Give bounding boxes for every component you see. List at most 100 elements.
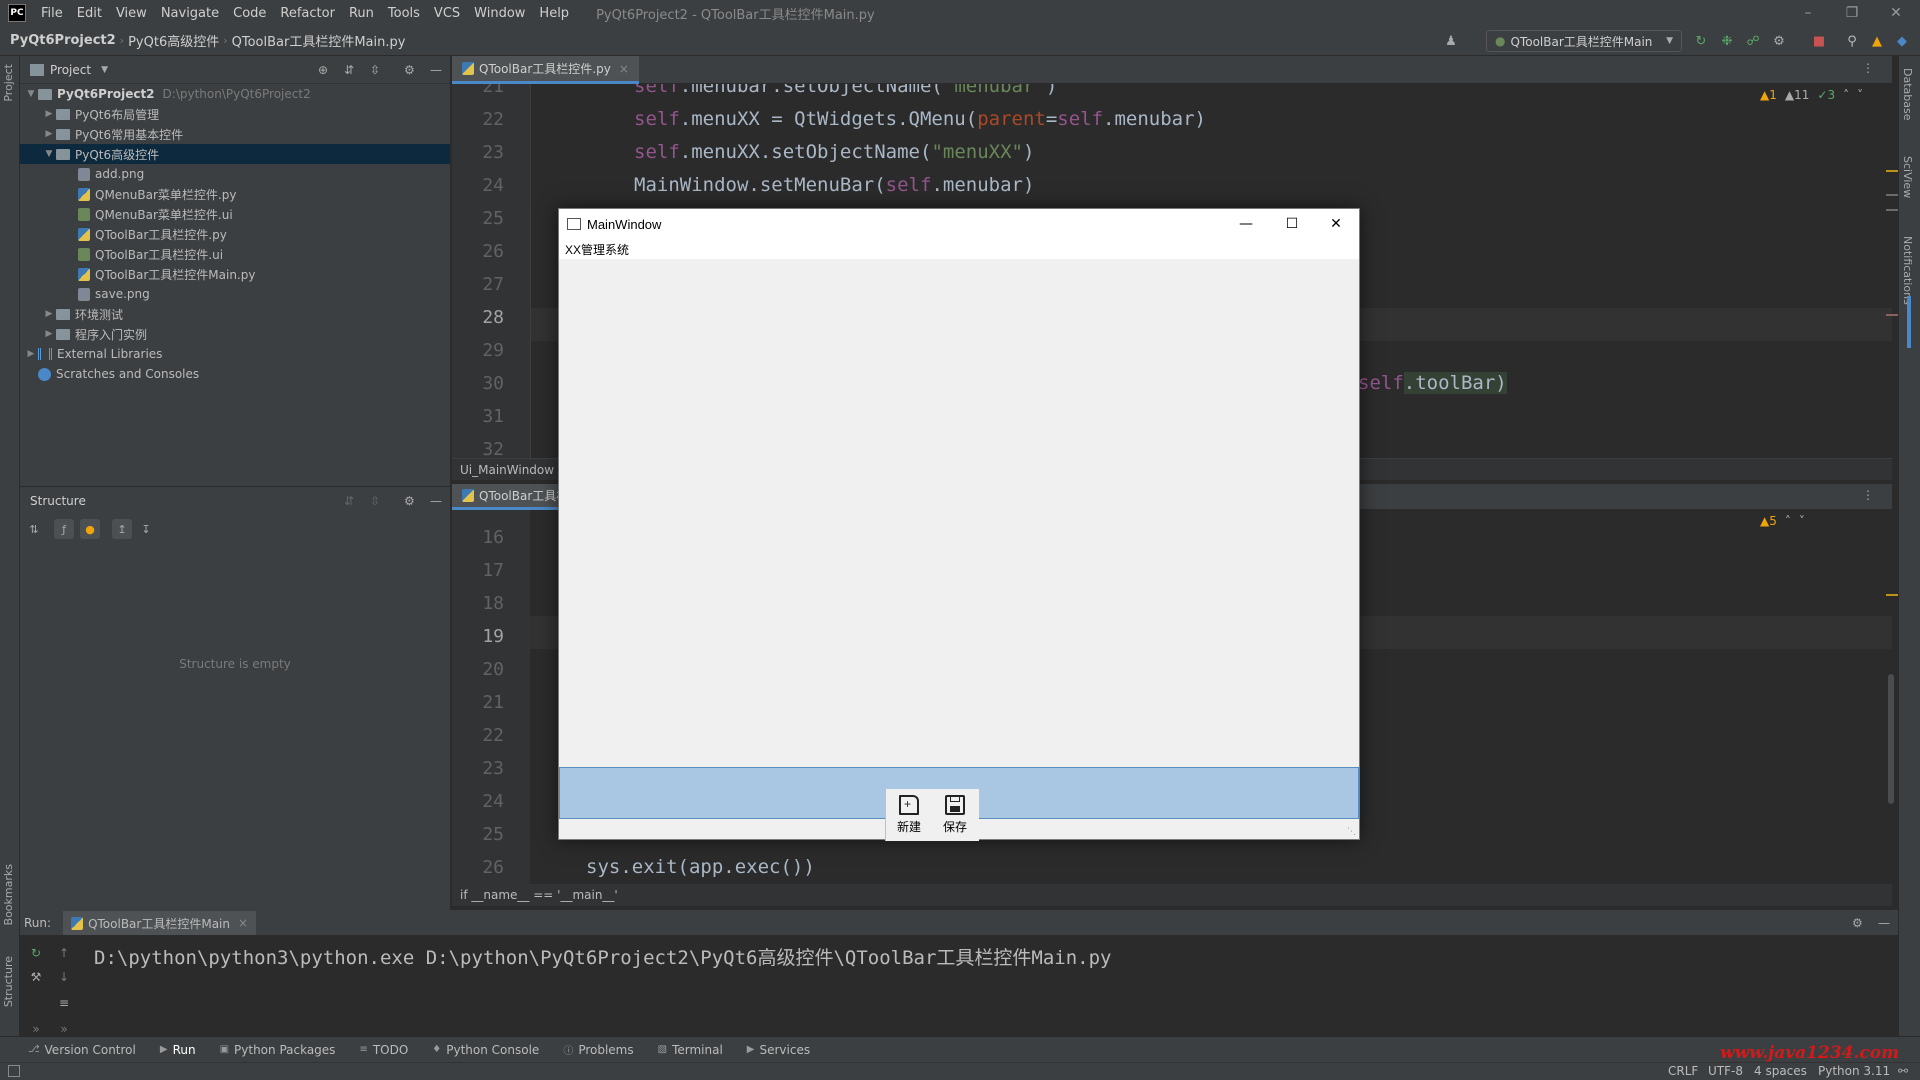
problems-tab[interactable]: ⓘ Problems bbox=[563, 1042, 633, 1058]
expand-all-icon[interactable]: ⇵ bbox=[344, 494, 354, 508]
run-configuration-select[interactable]: ● QToolBar工具栏控件Main ▼ bbox=[1486, 30, 1682, 52]
gear-icon[interactable]: ⚙ bbox=[404, 494, 415, 508]
structure-tool-tab[interactable]: Structure bbox=[2, 956, 15, 1007]
version-control-tab[interactable]: ⎇ Version Control bbox=[28, 1043, 136, 1057]
more-tools-icon[interactable]: » bbox=[28, 1021, 44, 1037]
minimize-icon[interactable]: — bbox=[1223, 209, 1269, 239]
debug-icon[interactable]: ❉ bbox=[1718, 32, 1736, 50]
chevron-up-icon[interactable]: ˄ bbox=[1843, 88, 1849, 102]
close-icon[interactable]: ✕ bbox=[1313, 209, 1359, 239]
chevron-down-icon[interactable]: ˅ bbox=[1799, 514, 1805, 528]
tree-item-qtoolbar-main-py[interactable]: QToolBar工具栏控件Main.py bbox=[78, 264, 255, 284]
resize-grip-icon[interactable]: ⋱ bbox=[1347, 827, 1356, 837]
menu-view[interactable]: View bbox=[109, 6, 154, 21]
soft-wrap-icon[interactable]: ≡ bbox=[56, 995, 72, 1011]
gear-icon[interactable]: ⚙ bbox=[1852, 916, 1863, 930]
update-icon[interactable]: ▲ bbox=[1868, 32, 1886, 50]
notifications-tool-tab[interactable]: Notifications bbox=[1901, 236, 1914, 305]
hide-panel-icon[interactable]: — bbox=[430, 494, 442, 508]
run-console-output[interactable]: D:\python\python3\python.exe D:\python\P… bbox=[94, 943, 1111, 970]
user-icon[interactable]: ♟ bbox=[1442, 32, 1460, 50]
tree-item-qmenubar-ui[interactable]: QMenuBar菜单栏控件.ui bbox=[78, 204, 233, 224]
info-marker[interactable] bbox=[1886, 194, 1898, 196]
project-panel-title[interactable]: Project bbox=[50, 63, 91, 77]
close-icon[interactable]: × bbox=[619, 62, 629, 76]
gear-icon[interactable]: ⚙ bbox=[404, 63, 415, 77]
arrow-down-icon[interactable]: ↓ bbox=[56, 969, 72, 985]
terminal-tab[interactable]: ▧ Terminal bbox=[658, 1043, 723, 1057]
line-separator-status[interactable]: CRLF bbox=[1668, 1064, 1698, 1078]
menu-refactor[interactable]: Refactor bbox=[273, 6, 342, 21]
breadcrumb-class[interactable]: Ui_MainWindow bbox=[460, 463, 554, 477]
close-icon[interactable]: × bbox=[238, 916, 248, 930]
indent-status[interactable]: 4 spaces bbox=[1754, 1064, 1807, 1078]
database-tool-tab[interactable]: Database bbox=[1901, 68, 1914, 121]
inspection-widget[interactable]: ▲1 ▲11 ✓3 ˄ ˅ bbox=[1760, 88, 1863, 102]
tree-item-intro-examples-folder[interactable]: ▶ 程序入门实例 bbox=[42, 324, 147, 344]
tree-item-scratches[interactable]: Scratches and Consoles bbox=[38, 364, 199, 384]
collapse-all-icon[interactable]: ⇳ bbox=[370, 494, 380, 508]
chevron-down-icon[interactable]: ˅ bbox=[1857, 88, 1863, 102]
more-options-icon[interactable]: ⋮ bbox=[1862, 61, 1874, 75]
menu-help[interactable]: Help bbox=[532, 6, 576, 21]
menu-vcs[interactable]: VCS bbox=[427, 6, 467, 21]
rerun-icon[interactable]: ↻ bbox=[28, 945, 44, 961]
qt-action-new[interactable]: + 新建 bbox=[886, 789, 932, 841]
tree-item-advanced-controls-folder[interactable]: ▼ PyQt6高级控件 bbox=[20, 144, 450, 164]
info-marker[interactable] bbox=[1886, 209, 1898, 211]
coverage-icon[interactable]: ☍ bbox=[1744, 32, 1762, 50]
chevron-right-icon[interactable]: ▶ bbox=[42, 329, 56, 339]
tree-item-basic-controls-folder[interactable]: ▶ PyQt6常用基本控件 bbox=[42, 124, 184, 144]
run-tab[interactable]: QToolBar工具栏控件Main × bbox=[63, 911, 257, 935]
profile-icon[interactable]: ⚙ bbox=[1770, 32, 1788, 50]
menu-edit[interactable]: Edit bbox=[70, 6, 109, 21]
services-tab[interactable]: ▶ Services bbox=[747, 1043, 810, 1057]
menu-run[interactable]: Run bbox=[342, 6, 381, 21]
todo-tab[interactable]: ≡ TODO bbox=[359, 1043, 408, 1057]
qt-title-bar[interactable]: MainWindow — ☐ ✕ bbox=[559, 209, 1359, 239]
search-icon[interactable]: ⚲ bbox=[1843, 32, 1861, 50]
stop-icon[interactable]: ■ bbox=[1810, 32, 1828, 50]
chevron-right-icon[interactable]: ▶ bbox=[42, 109, 56, 119]
inspection-widget[interactable]: ▲5 ˄ ˅ bbox=[1760, 514, 1805, 528]
lock-icon[interactable]: ⚯ bbox=[1898, 1064, 1908, 1078]
close-icon[interactable]: ✕ bbox=[1874, 0, 1918, 26]
locate-icon[interactable]: ⊕ bbox=[318, 63, 328, 77]
breadcrumb-folder[interactable]: PyQt6高级控件 bbox=[124, 31, 223, 50]
encoding-status[interactable]: UTF-8 bbox=[1708, 1064, 1743, 1078]
wrench-icon[interactable]: ⚒ bbox=[28, 969, 44, 985]
chevron-right-icon[interactable]: ▶ bbox=[24, 349, 38, 359]
tree-item-external-libraries[interactable]: ▶ External Libraries bbox=[24, 344, 163, 364]
arrow-up-icon[interactable]: ↑ bbox=[56, 945, 72, 961]
interpreter-status[interactable]: Python 3.11 bbox=[1818, 1064, 1890, 1078]
maximize-icon[interactable]: ☐ bbox=[1269, 209, 1315, 239]
toggle-tool-windows-icon[interactable] bbox=[8, 1065, 20, 1077]
hide-panel-icon[interactable]: — bbox=[1878, 916, 1890, 930]
scrollbar-thumb[interactable] bbox=[1888, 674, 1894, 804]
chevron-right-icon[interactable]: ▶ bbox=[42, 129, 56, 139]
minimize-icon[interactable]: – bbox=[1786, 0, 1830, 26]
chevron-up-icon[interactable]: ˄ bbox=[1785, 514, 1791, 528]
menu-window[interactable]: Window bbox=[467, 6, 532, 21]
rerun-icon[interactable]: ↻ bbox=[1692, 32, 1710, 50]
chevron-right-icon[interactable]: ▶ bbox=[42, 309, 56, 319]
menu-code[interactable]: Code bbox=[226, 6, 273, 21]
info-marker[interactable] bbox=[1886, 314, 1898, 316]
tree-item-layout-folder[interactable]: ▶ PyQt6布局管理 bbox=[42, 104, 160, 124]
tab-qtoolbar-py[interactable]: QToolBar工具栏控件.py × bbox=[452, 56, 639, 84]
qt-menu-xx-management[interactable]: XX管理系统 bbox=[565, 241, 629, 258]
tree-item-qtoolbar-py[interactable]: QToolBar工具栏控件.py bbox=[78, 224, 227, 244]
show-fields-icon[interactable]: ƒ bbox=[54, 519, 74, 539]
tree-item-save-png[interactable]: save.png bbox=[78, 284, 150, 304]
sciview-tool-tab[interactable]: SciView bbox=[1901, 156, 1914, 198]
collapse-all-icon[interactable]: ⇳ bbox=[370, 63, 380, 77]
sort-alpha-icon[interactable]: ⇅ bbox=[24, 519, 44, 539]
hide-panel-icon[interactable]: — bbox=[430, 63, 442, 77]
menu-navigate[interactable]: Navigate bbox=[154, 6, 226, 21]
qt-action-save[interactable]: 保存 bbox=[932, 789, 978, 841]
navigate-down-icon[interactable]: ↧ bbox=[136, 519, 156, 539]
menu-file[interactable]: File bbox=[34, 6, 70, 21]
more-actions-icon[interactable]: » bbox=[56, 1021, 72, 1037]
project-tool-tab[interactable]: Project bbox=[2, 64, 15, 102]
run-tab-bottom[interactable]: ▶ Run bbox=[160, 1043, 196, 1057]
